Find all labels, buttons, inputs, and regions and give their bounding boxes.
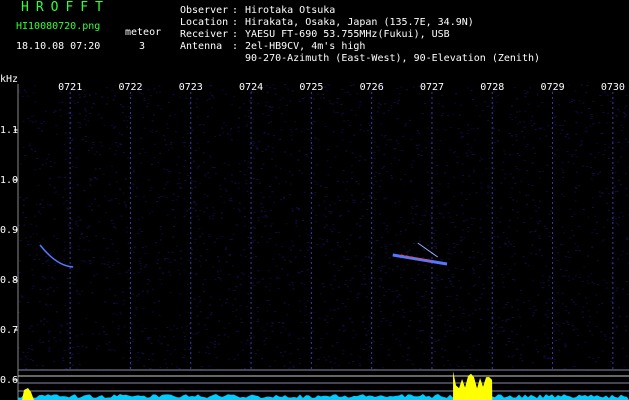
info-label-receiver: Receiver xyxy=(180,29,229,40)
x-tick-label: 0727 xyxy=(420,82,444,93)
info-separator: : xyxy=(232,29,239,40)
info-value-antenna-direction: 90-270-Azimuth (East-West), 90-Elevation… xyxy=(245,53,541,64)
x-tick-label: 0725 xyxy=(299,82,323,93)
x-tick-label: 0728 xyxy=(480,82,504,93)
info-value-observer: Hirotaka Otsuka xyxy=(245,5,336,16)
x-tick-label: 0723 xyxy=(179,82,203,93)
info-label-location: Location xyxy=(180,17,229,28)
app-title: HROFFT xyxy=(21,0,110,15)
x-tick-label: 0721 xyxy=(58,82,82,93)
info-value-location: Hirakata, Osaka, Japan (135.7E, 34.9N) xyxy=(245,17,474,28)
spectrogram-chart: 0721 0722 0723 0724 0725 0726 0727 0728 0729 0730… xyxy=(0,74,629,400)
info-value-antenna: 2el-HB9CV, 4m's high xyxy=(245,41,366,52)
x-tick-label: 0722 xyxy=(118,82,142,93)
x-tick-label: 0724 xyxy=(239,82,263,93)
observation-datetime: 18.10.08 07:20 xyxy=(16,41,101,52)
info-separator: : xyxy=(232,5,239,16)
info-label-antenna: Antenna xyxy=(180,41,223,52)
power-burst xyxy=(453,371,493,400)
info-value-receiver: YAESU FT-690 53.755MHz(Fukui), USB xyxy=(245,29,450,40)
info-label-observer: Observer xyxy=(180,5,229,16)
meteor-echo xyxy=(392,253,448,266)
info-separator: : xyxy=(232,17,239,28)
info-separator: : xyxy=(232,41,239,52)
x-tick-label: 0730 xyxy=(601,82,625,93)
meteor-count-value: 3 xyxy=(139,41,146,52)
y-axis-label: kHz xyxy=(0,74,18,85)
x-tick-label: 0726 xyxy=(360,82,384,93)
x-tick-label: 0729 xyxy=(541,82,565,93)
meteor-count-label: meteor xyxy=(125,27,162,38)
noise-background xyxy=(18,84,629,371)
power-noise-floor xyxy=(18,394,629,400)
file-name: HI10080720.png xyxy=(16,21,101,32)
power-burst xyxy=(22,388,34,400)
